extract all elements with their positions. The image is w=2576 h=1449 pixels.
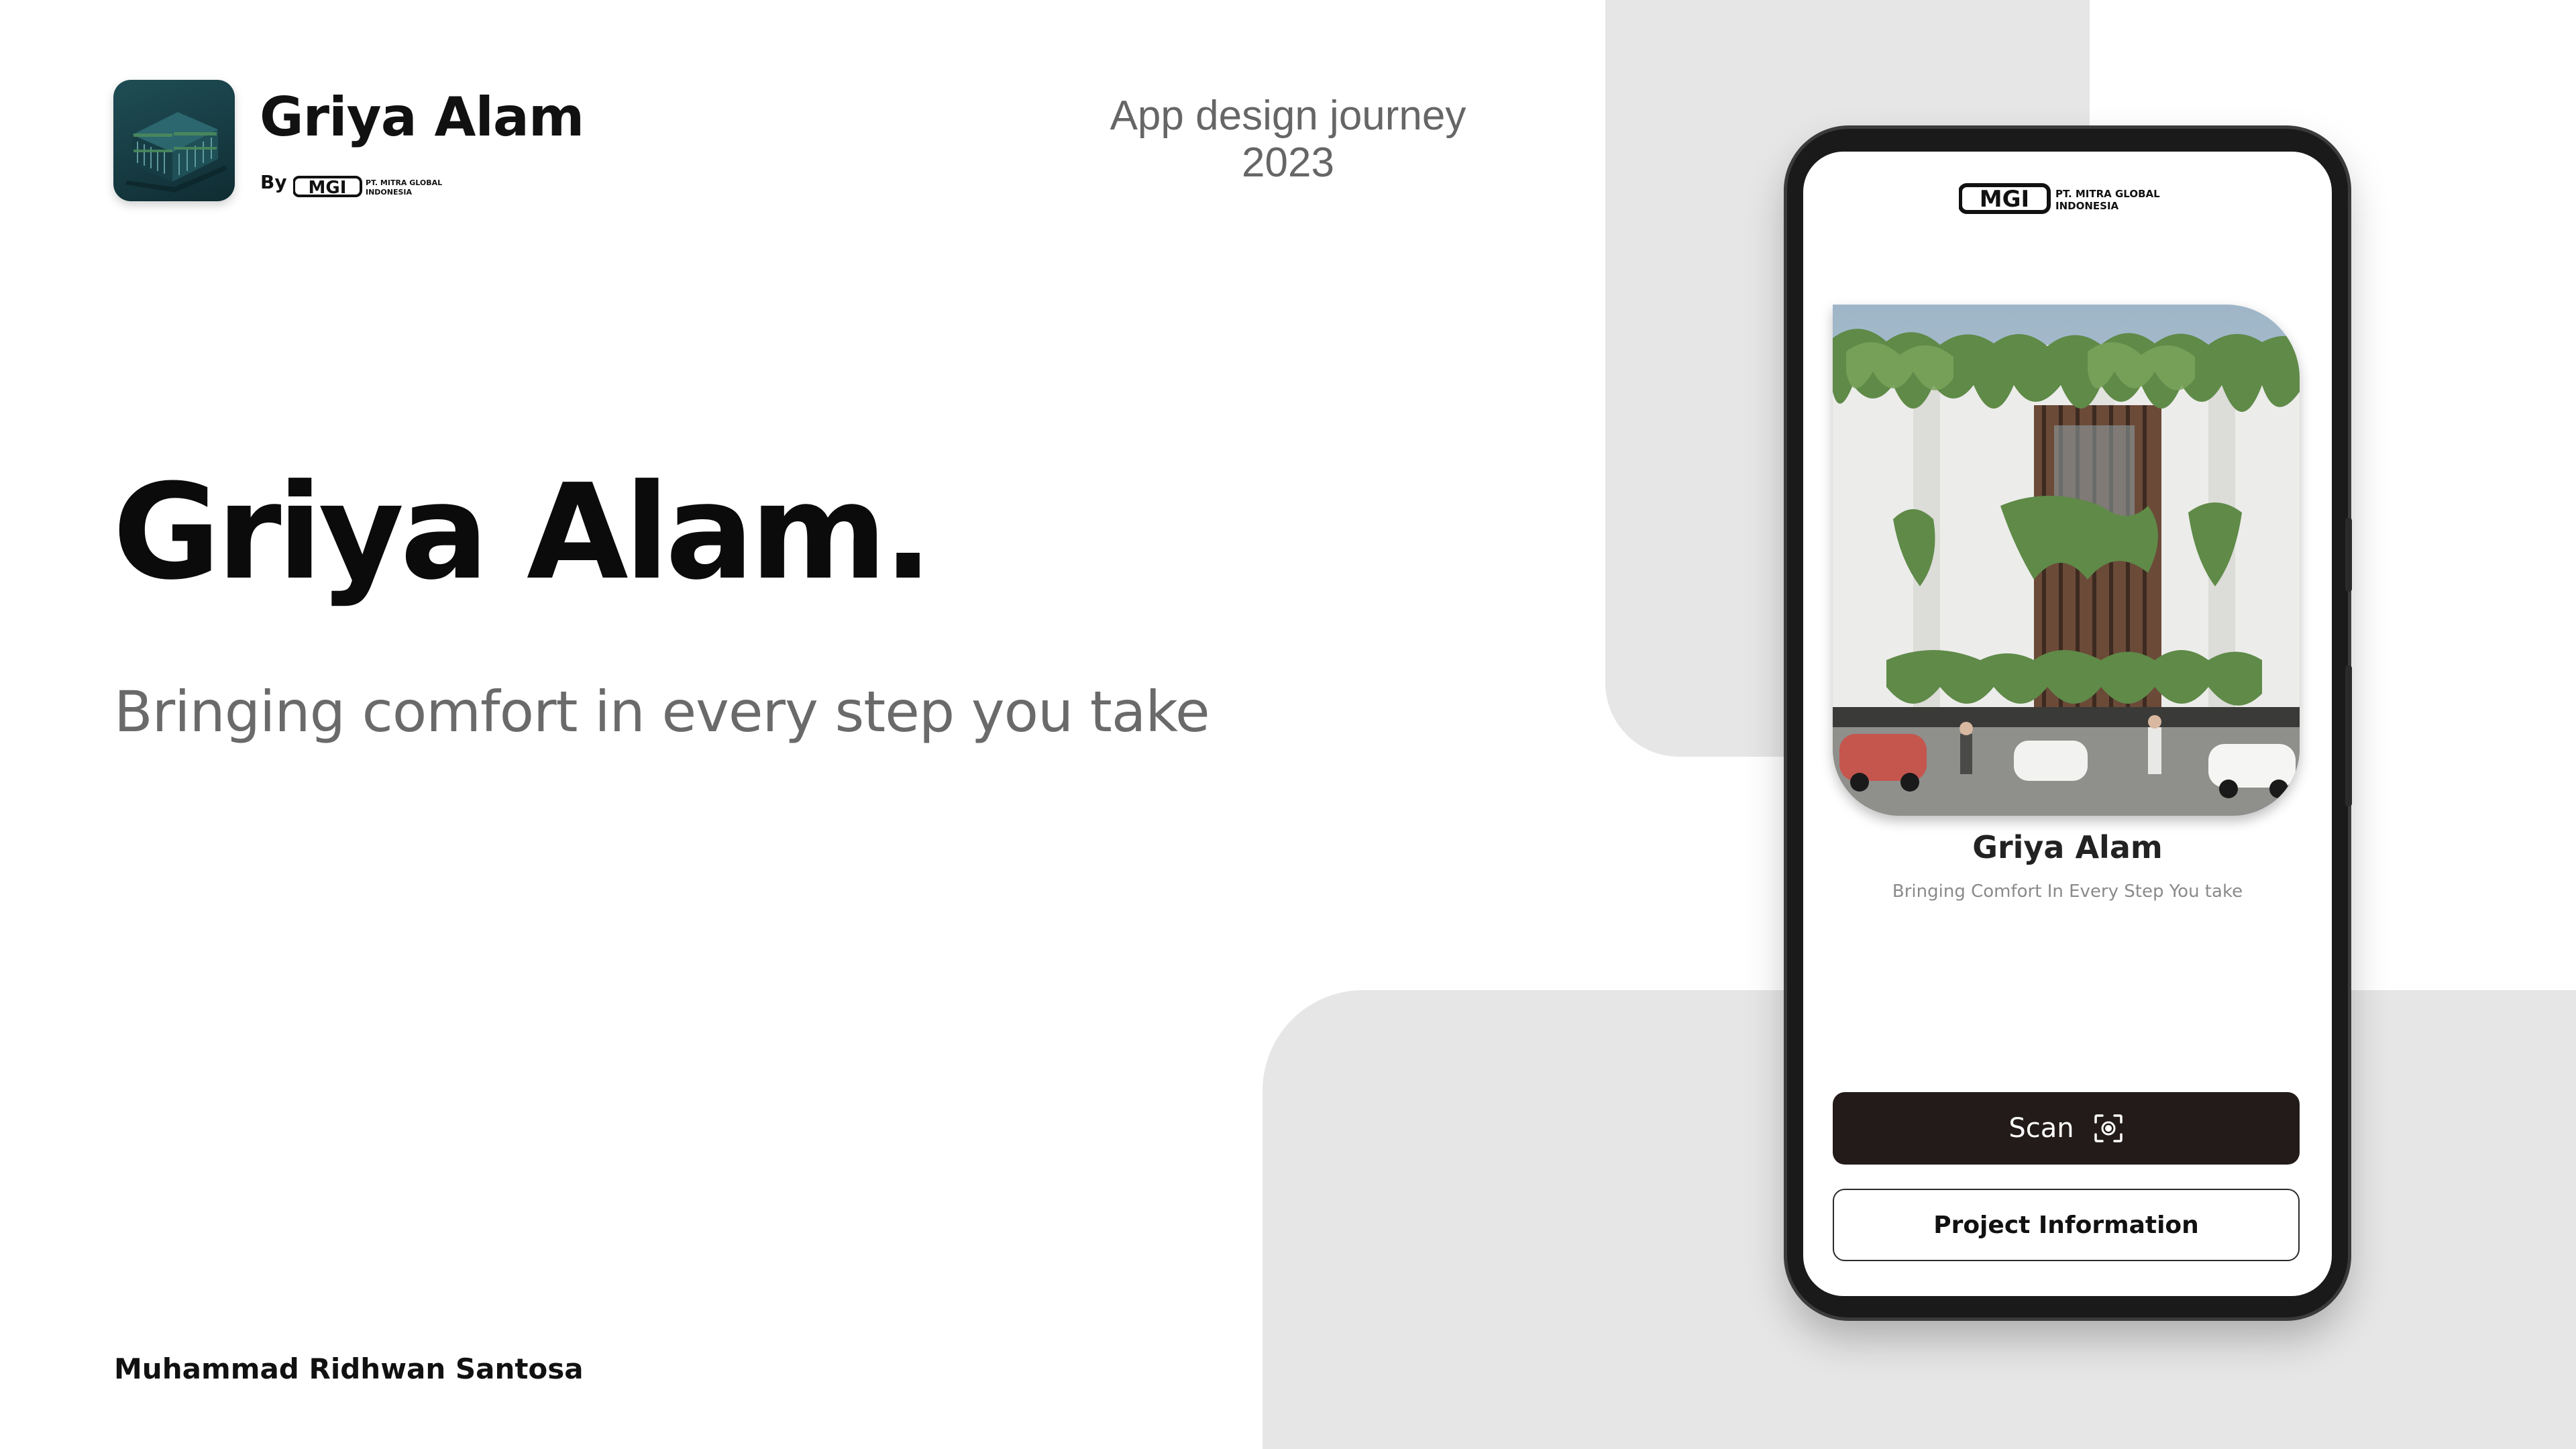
journey-year: 2023	[1242, 140, 1334, 186]
phone-volume-button	[2345, 665, 2352, 806]
screen-company-logo: MGI PT. MITRA GLOBAL INDONESIA	[1959, 183, 2160, 214]
project-information-button[interactable]: Project Information	[1833, 1189, 2300, 1261]
building-icon	[125, 112, 227, 193]
journey-line-1: App design journey	[1110, 93, 1466, 139]
journey-caption: App design journey 2023	[1060, 93, 1516, 186]
screen-logo-line1: PT. MITRA GLOBAL	[2055, 188, 2160, 200]
scan-button-label: Scan	[2008, 1113, 2074, 1144]
hero-title: Griya Alam.	[113, 456, 933, 609]
brand-by-label: By	[260, 171, 287, 193]
company-name-line2: INDONESIA	[366, 188, 413, 197]
company-logo: MGI PT. MITRA GLOBAL INDONESIA	[293, 176, 442, 198]
project-photo	[1833, 305, 2300, 816]
phone-power-button	[2345, 518, 2352, 592]
hero-tagline: Bringing comfort in every step you take	[114, 679, 1210, 745]
building-render-image	[1833, 305, 2300, 816]
screen-logo-mark: MGI	[1980, 186, 2029, 213]
screen-logo-line2: INDONESIA	[2055, 200, 2119, 212]
card-subtitle: Bringing Comfort In Every Step You take	[1892, 881, 2243, 902]
scan-icon	[2094, 1114, 2123, 1142]
presentation-slide: Griya Alam By MGI PT. MITRA GLOBAL INDON…	[0, 0, 2576, 1449]
scan-button[interactable]: Scan	[1833, 1092, 2300, 1165]
brand-title: Griya Alam	[260, 86, 584, 148]
company-logo-mark: MGI	[309, 178, 347, 198]
company-name-line1: PT. MITRA GLOBAL	[366, 178, 442, 187]
card-title: Griya Alam	[1972, 829, 2163, 865]
phone-screen: MGI PT. MITRA GLOBAL INDONESIA Griya Ala…	[1803, 152, 2332, 1296]
author-name: Muhammad Ridhwan Santosa	[114, 1352, 584, 1385]
phone-mockup: MGI PT. MITRA GLOBAL INDONESIA Griya Ala…	[1787, 129, 2352, 1318]
app-icon	[113, 80, 235, 201]
